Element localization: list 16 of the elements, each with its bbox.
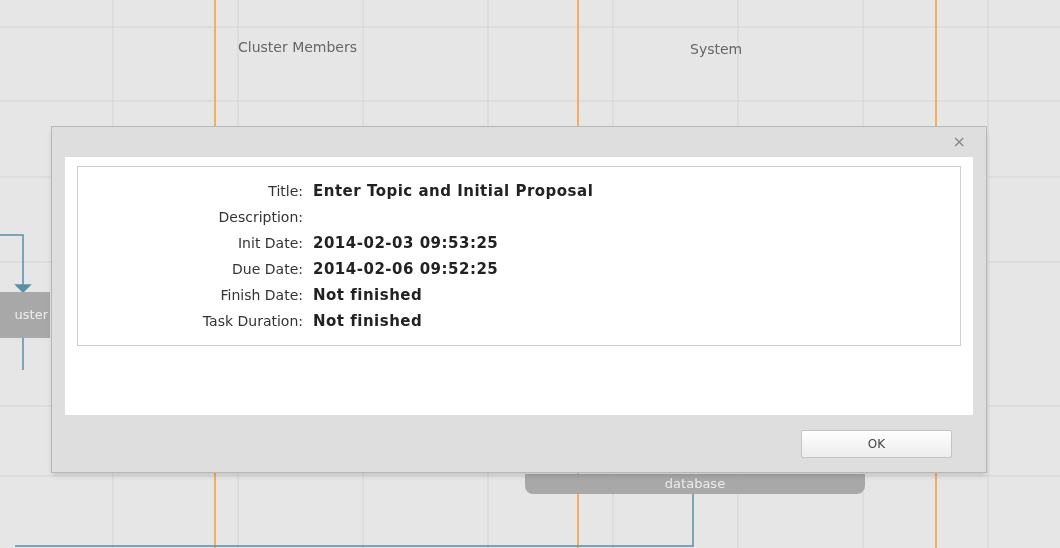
field-label: Init Date:: [237, 234, 303, 253]
field-value: 2014-02-06 09:52:25: [313, 259, 500, 279]
diagram-node: database: [525, 474, 865, 494]
diagram-node: uster: [0, 292, 50, 338]
field-value: Enter Topic and Initial Proposal: [313, 181, 595, 201]
ok-button[interactable]: OK: [801, 429, 952, 458]
field-value: 2014-02-03 09:53:25: [313, 233, 500, 253]
field-value: Not finished: [313, 311, 424, 331]
field-value: Not finished: [313, 285, 424, 305]
field-label: Finish Date:: [219, 286, 303, 305]
field-label: Title:: [267, 182, 303, 201]
lane-title: System: [690, 40, 743, 59]
lane-title: Cluster Members: [238, 38, 358, 57]
field-label: Due Date:: [231, 260, 303, 279]
field-label: Task Duration:: [201, 312, 303, 331]
field-label: Description:: [217, 208, 303, 227]
